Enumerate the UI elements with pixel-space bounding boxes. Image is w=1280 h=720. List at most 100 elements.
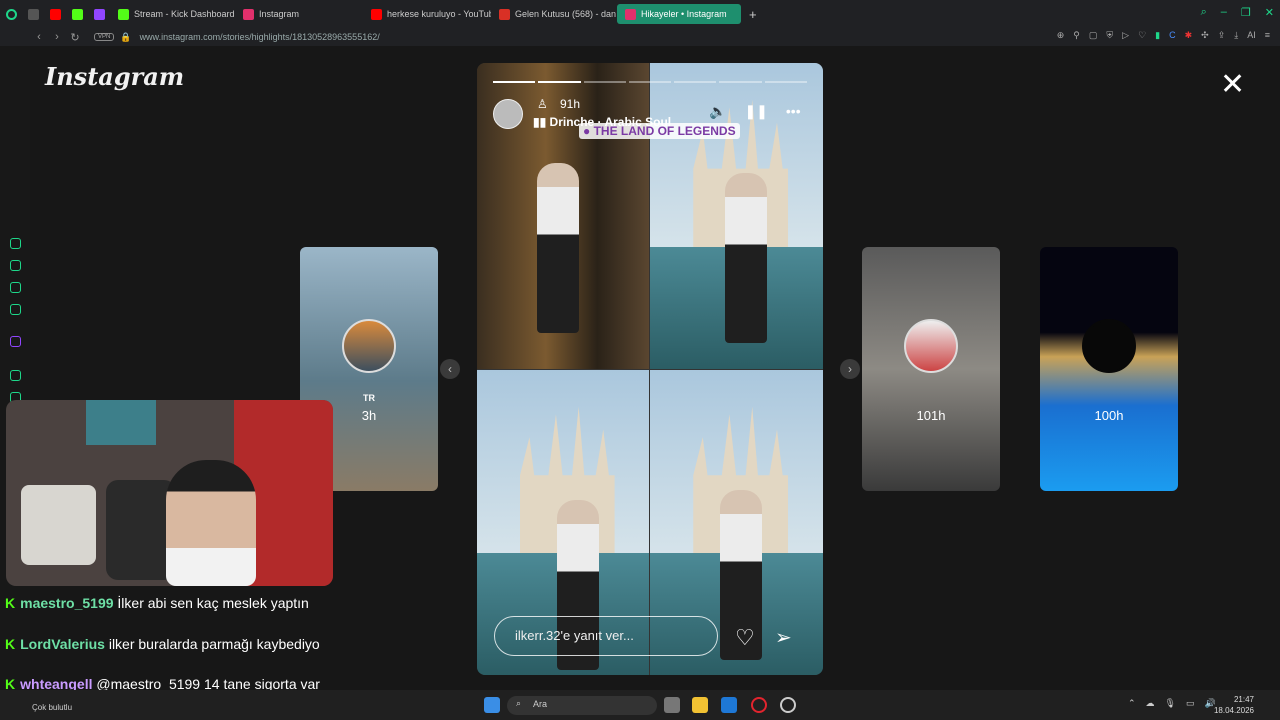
reply-input[interactable]: ilkerr.32'e yanıt ver...	[494, 616, 718, 656]
location-sticker[interactable]: ● THE LAND OF LEGENDS	[579, 123, 740, 139]
like-heart-icon[interactable]: ♡	[735, 625, 755, 651]
minimize-icon[interactable]: –	[1221, 6, 1227, 19]
sidebar-bot-icon[interactable]	[10, 260, 21, 271]
instagram-logo[interactable]: Instagram	[45, 62, 184, 91]
opera-logo-icon[interactable]	[0, 0, 22, 28]
progress-segment	[764, 81, 807, 83]
new-tab-button[interactable]: +	[741, 0, 765, 28]
tab-instagram[interactable]: Instagram	[235, 0, 363, 28]
person-figure	[537, 163, 579, 333]
file-explorer-icon[interactable]	[692, 697, 708, 713]
opera-gx-icon[interactable]	[751, 697, 767, 713]
tab-stories-active[interactable]: Hikayeler • Instagram	[617, 4, 741, 24]
gmail-icon	[499, 8, 510, 20]
gamepad-icon[interactable]	[22, 0, 44, 28]
twitch-icon[interactable]	[88, 0, 110, 28]
url-field[interactable]: www.instagram.com/stories/highlights/181…	[140, 32, 380, 42]
outlook-icon[interactable]	[721, 697, 737, 713]
previous-story-arrow-icon[interactable]: ‹	[440, 359, 460, 379]
forward-icon[interactable]: ›	[48, 31, 66, 43]
story-highlight-icon: ♙	[537, 97, 548, 111]
sidebar-m-icon[interactable]	[10, 304, 21, 315]
kick-icon	[118, 8, 129, 20]
menu-icon[interactable]: ≡	[1265, 30, 1270, 41]
side-story-avatar	[1082, 319, 1136, 373]
play-icon[interactable]: ▷	[1122, 30, 1129, 41]
ai-button[interactable]: AI	[1247, 30, 1256, 41]
sidebar-twitch-icon[interactable]	[10, 336, 21, 347]
progress-segment	[719, 81, 762, 83]
chat-message: Kmaestro_5199 İlker abi sen kaç meslek y…	[5, 595, 325, 612]
chat-username: LordValerius	[20, 636, 105, 652]
pause-icon[interactable]: ❚❚	[744, 103, 767, 120]
send-icon[interactable]: ➢	[775, 625, 792, 650]
battery-icon[interactable]: ▮	[1155, 30, 1160, 41]
heart-icon[interactable]: ♡	[1138, 30, 1146, 41]
chat-text: İlker abi sen kaç meslek yaptın	[117, 595, 309, 611]
reload-icon[interactable]: ↻	[66, 31, 84, 44]
story-user-avatar[interactable]	[493, 99, 523, 129]
youtube-icon[interactable]	[44, 0, 66, 28]
task-view-icon[interactable]	[664, 697, 680, 713]
zoom-icon[interactable]: ⊕	[1057, 30, 1065, 41]
more-options-icon[interactable]: •••	[786, 103, 801, 120]
windows-start-icon[interactable]	[484, 697, 500, 713]
kick-badge-icon: K	[5, 636, 16, 652]
display-icon[interactable]: ▭	[1186, 698, 1195, 709]
active-story[interactable]: ♙ 91h ▮▮ Drinche · Arabic Soul ● THE LAN…	[477, 63, 823, 675]
lock-icon: 🔒	[120, 31, 132, 42]
pin-icon[interactable]: ⚲	[1073, 30, 1080, 41]
vpn-badge[interactable]: VPN	[94, 33, 115, 41]
story-progress-bar	[493, 81, 807, 83]
snapshot-icon[interactable]: ▢	[1089, 30, 1098, 41]
sidebar-play-icon[interactable]	[10, 370, 21, 381]
kick-badge-icon: K	[5, 595, 16, 611]
tab-gmail[interactable]: Gelen Kutusu (568) - dan	[491, 0, 617, 28]
window-controls: ⌕ – ❐ ✕	[1201, 6, 1274, 19]
streamer	[166, 460, 256, 586]
extension-c-icon[interactable]: C	[1169, 30, 1176, 41]
music-bars-icon: ▮▮	[533, 115, 550, 129]
taskbar-clock[interactable]: 21:47 18.04.2026	[1214, 694, 1254, 716]
cloud-icon[interactable]: ☁	[1146, 698, 1155, 709]
side-story-next[interactable]: 101h	[862, 247, 1000, 491]
progress-segment	[583, 81, 626, 83]
tab-kick-dashboard[interactable]: Stream - Kick Dashboard	[110, 0, 235, 28]
microphone-icon[interactable]: 🎙	[1165, 698, 1176, 709]
flag-poster	[86, 400, 156, 445]
volume-icon[interactable]: 🔈	[709, 103, 726, 120]
restore-icon[interactable]: ❐	[1241, 6, 1251, 19]
tab-youtube[interactable]: herkese kuruluyo - YouTub	[363, 0, 491, 28]
progress-segment	[628, 81, 672, 83]
extension-red-icon[interactable]: ✱	[1185, 30, 1193, 41]
progress-segment	[674, 81, 717, 83]
taskbar-search[interactable]: ⌕ Ara	[507, 696, 657, 715]
sidebar-refresh-icon[interactable]	[10, 238, 21, 249]
kick-icon[interactable]	[66, 0, 88, 28]
app-icon[interactable]	[780, 697, 796, 713]
weather-widget[interactable]: Çok bulutlu	[32, 703, 72, 712]
instagram-icon	[625, 8, 636, 20]
puzzle-icon[interactable]: ✣	[1201, 30, 1209, 41]
side-story-avatar	[904, 319, 958, 373]
shield-icon[interactable]: ⛨	[1106, 30, 1113, 41]
progress-segment	[538, 81, 581, 83]
progress-segment	[493, 81, 536, 83]
back-icon[interactable]: ‹	[30, 31, 48, 43]
share-icon[interactable]: ⇪	[1218, 30, 1226, 41]
tray-chevron-icon[interactable]: ⌃	[1128, 698, 1136, 709]
white-chair	[21, 485, 96, 565]
side-story-next-2[interactable]: 100h	[1040, 247, 1178, 491]
story-header-controls: 🔈 ❚❚ •••	[709, 103, 801, 120]
system-tray: ⌃ ☁ 🎙 ▭ 🔊	[1128, 698, 1216, 709]
instagram-icon	[243, 8, 254, 20]
search-icon[interactable]: ⌕	[1201, 6, 1207, 19]
chat-text: ilker buralarda parmağı kaybediyo	[108, 636, 320, 652]
close-story-icon[interactable]: ✕	[1220, 70, 1245, 100]
sidebar-wallet-icon[interactable]	[10, 282, 21, 293]
location-pin-icon: ●	[583, 124, 594, 138]
next-story-arrow-icon[interactable]: ›	[840, 359, 860, 379]
side-story-avatar	[342, 319, 396, 373]
download-icon[interactable]: ⤓	[1234, 30, 1238, 41]
close-icon[interactable]: ✕	[1265, 6, 1274, 19]
